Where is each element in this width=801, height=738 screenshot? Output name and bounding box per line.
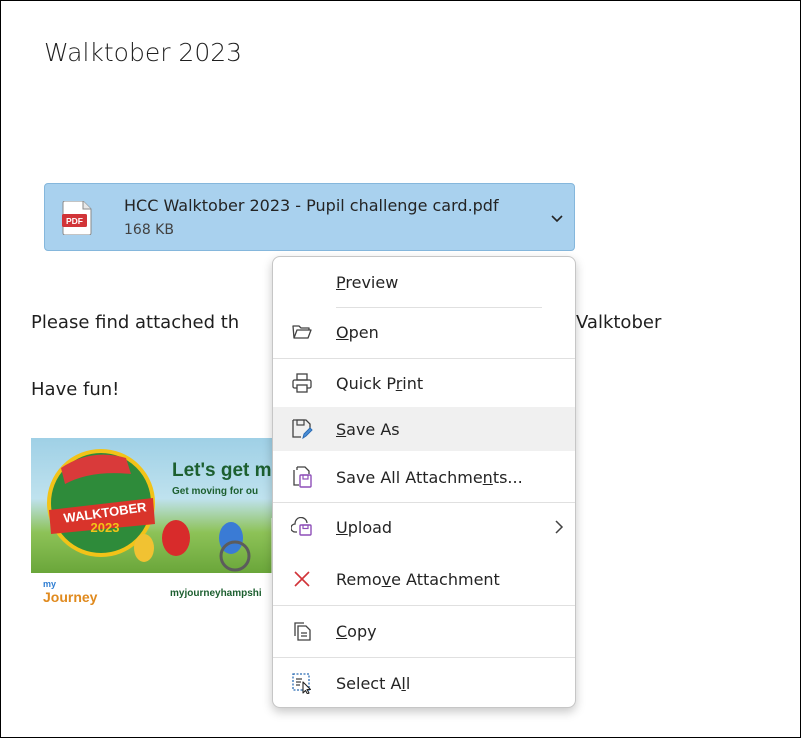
menu-item-quick-print[interactable]: Quick Print xyxy=(273,361,575,405)
badge-text-2: 2023 xyxy=(90,520,120,535)
mascot-yellow-icon xyxy=(134,534,154,562)
folder-open-icon xyxy=(291,321,313,343)
attachment-context-menu: Preview Open Quick Print Save As Save Al… xyxy=(272,256,576,708)
pdf-icon-text: PDF xyxy=(66,216,83,226)
body-text-line-1-tail: Valktober xyxy=(576,312,662,333)
banner-url: myjourneyhampshi xyxy=(170,588,262,599)
menu-item-upload[interactable]: Upload xyxy=(273,505,575,549)
email-subject: Walktober 2023 xyxy=(44,38,243,67)
menu-item-save-as[interactable]: Save As xyxy=(273,407,575,451)
upload-icon xyxy=(291,516,313,538)
attachment-card[interactable]: PDF HCC Walktober 2023 - Pupil challenge… xyxy=(44,183,575,251)
attachment-menu-button[interactable] xyxy=(543,207,571,231)
menu-item-label: Open xyxy=(336,322,379,342)
menu-item-label: Upload xyxy=(336,517,393,537)
mascot-red-icon xyxy=(162,520,190,556)
save-as-icon xyxy=(291,418,313,440)
copy-icon xyxy=(291,620,313,642)
printer-icon xyxy=(291,372,313,394)
menu-item-label: Preview xyxy=(336,272,399,292)
menu-item-label: Remove Attachment xyxy=(336,569,500,589)
chevron-down-icon xyxy=(551,215,563,223)
attachment-name: HCC Walktober 2023 - Pupil challenge car… xyxy=(124,196,499,215)
menu-item-save-all-attachments[interactable]: Save All Attachments... xyxy=(273,455,575,499)
menu-item-remove-attachment[interactable]: Remove Attachment xyxy=(273,557,575,601)
banner-heading: Let's get m xyxy=(172,460,272,481)
menu-item-label: Select All xyxy=(336,673,411,693)
body-text-line-1: Please find attached th xyxy=(31,312,240,333)
menu-item-label: Save As xyxy=(336,419,400,439)
menu-item-label: Copy xyxy=(336,621,377,641)
banner-subheading: Get moving for ou xyxy=(172,486,259,497)
menu-item-copy[interactable]: Copy xyxy=(273,609,575,653)
attachment-size: 168 KB xyxy=(124,222,174,238)
body-text-line-2: Have fun! xyxy=(31,379,120,400)
save-all-icon xyxy=(291,466,313,488)
banner-brand-logo: my Journey xyxy=(43,579,98,606)
menu-item-select-all[interactable]: Select All xyxy=(273,661,575,705)
menu-item-label: Quick Print xyxy=(336,373,424,393)
walktober-banner-image: WALKTOBER 2023 Let's get m Get moving fo… xyxy=(31,438,291,608)
pdf-file-icon: PDF xyxy=(62,201,92,235)
remove-icon xyxy=(291,568,313,590)
select-all-icon xyxy=(291,672,313,694)
menu-item-open[interactable]: Open xyxy=(273,310,575,354)
menu-item-label: Save All Attachments... xyxy=(336,467,523,487)
chevron-right-icon xyxy=(555,520,564,534)
menu-item-preview[interactable]: Preview xyxy=(273,260,575,304)
